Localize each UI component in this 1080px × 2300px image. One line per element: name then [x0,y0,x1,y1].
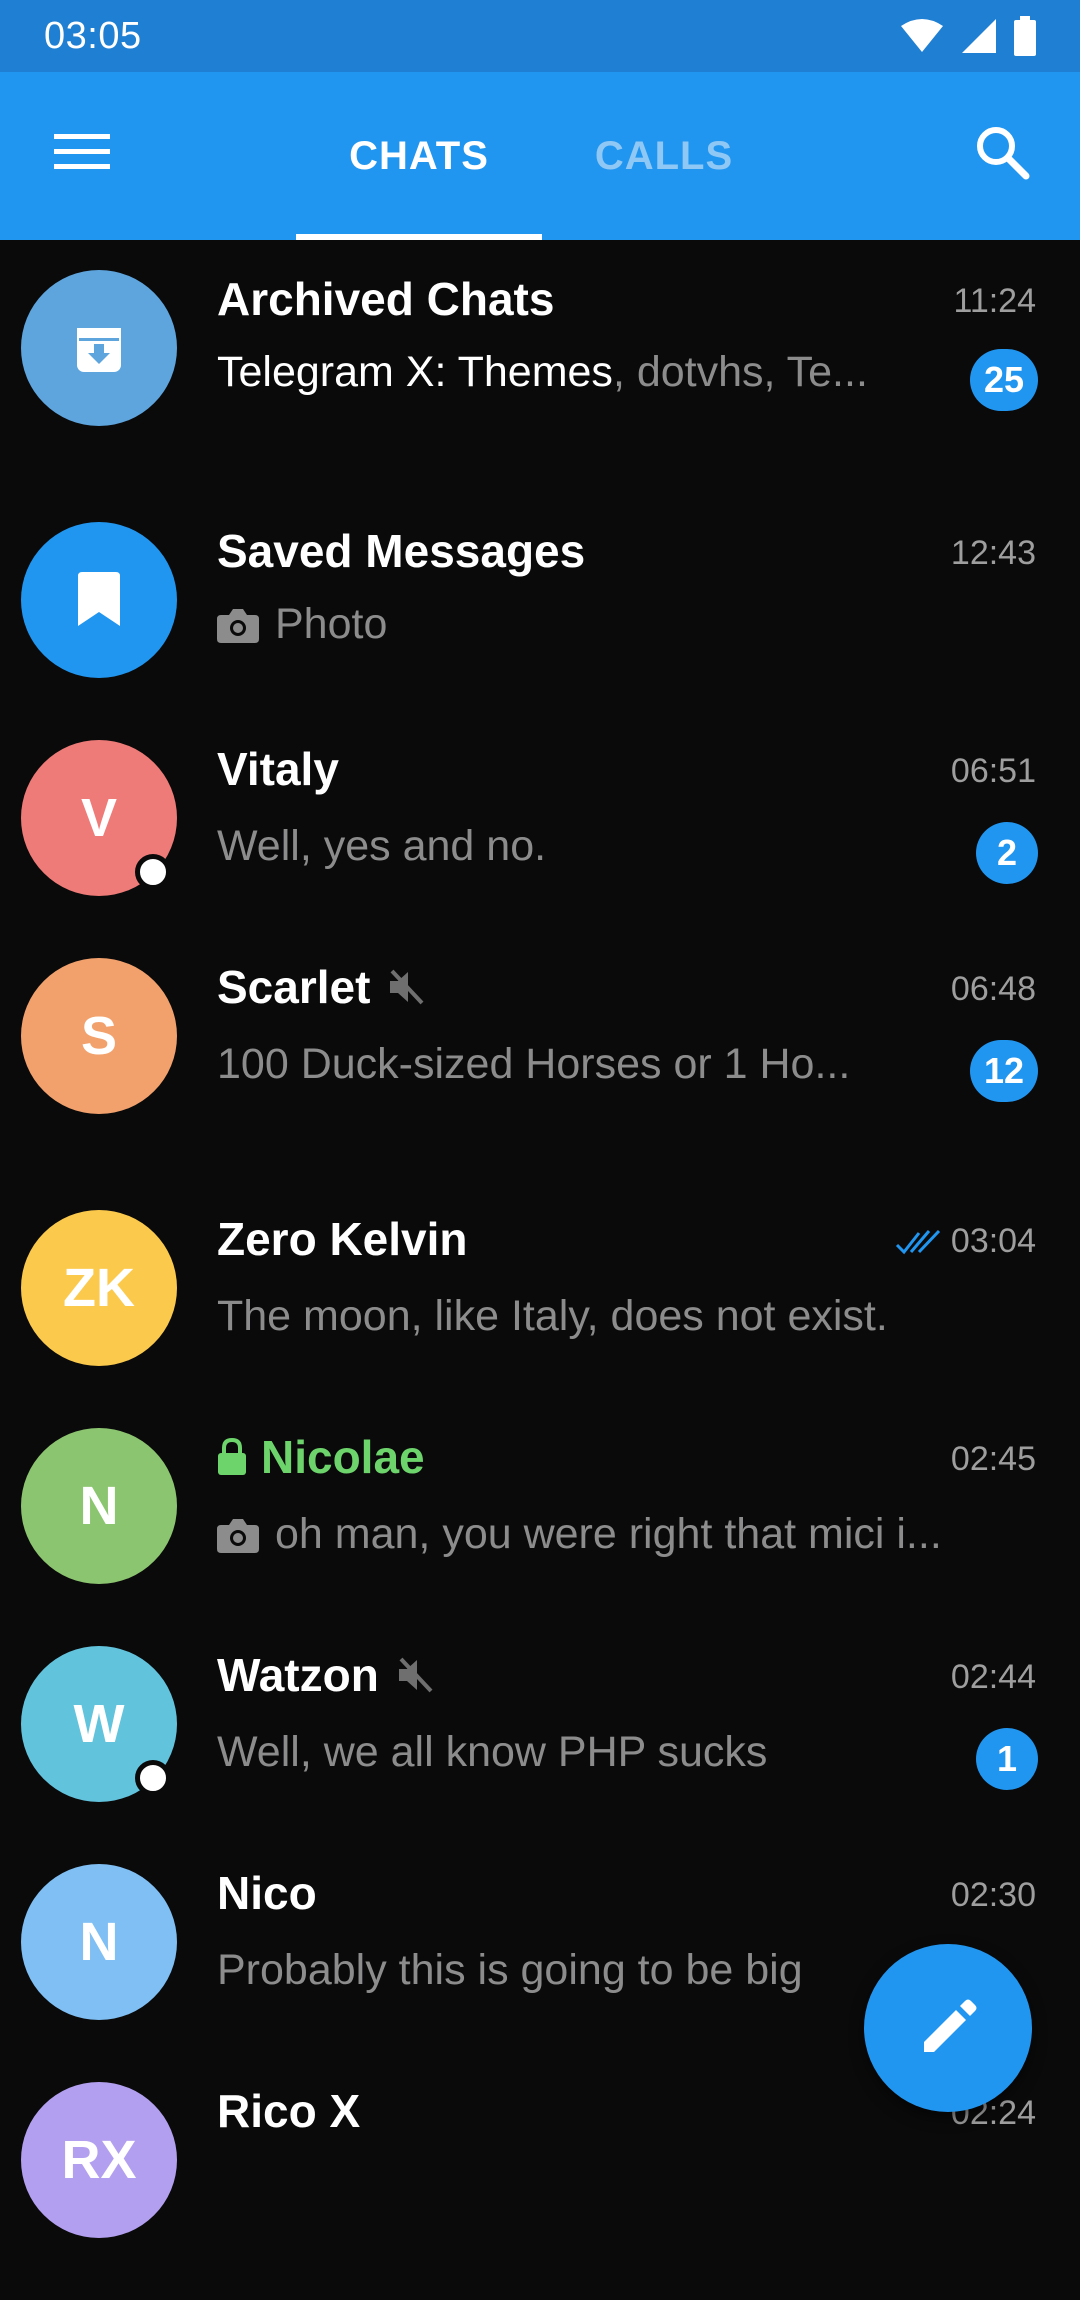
chat-preview: The moon, like Italy, does not exist. [217,1292,888,1340]
chat-name: Rico X [217,2085,361,2137]
camera-icon [217,1518,259,1553]
avatar-initials: V [80,788,118,848]
unread-badge: 12 [969,1040,1038,1102]
preview-text: oh man, you were right that mici i... [275,1510,942,1558]
chat-time: 12:43 [951,534,1036,573]
chat-row-nicolae[interactable]: N Nicolae 02:45 oh man, you were right t… [0,1428,1080,1646]
chat-preview: Well, yes and no. [217,822,547,870]
muted-icon [386,967,426,1007]
status-icons [900,16,1036,56]
chat-preview: Telegram X: Themes, dotvhs, Te... [217,348,927,397]
chat-time: 03:04 [895,1222,1036,1261]
chat-time: 11:24 [953,282,1036,321]
tab-indicator [296,234,542,240]
chat-name: Vitaly [217,743,339,795]
avatar: N [21,1864,177,2020]
preview-text: Photo [275,600,388,648]
avatar-initials: W [73,1694,125,1754]
chat-row-rico-x[interactable]: RX Rico X 02:24 [0,2082,1080,2300]
unread-badge: 25 [969,349,1038,411]
chat-time-text: 03:04 [950,1222,1036,1260]
chat-time-text: 02:45 [950,1440,1036,1478]
avatar: S [21,958,177,1114]
battery-icon [1014,16,1036,56]
bookmark-icon [78,572,120,626]
tab-chats[interactable]: CHATS [296,72,542,240]
avatar [21,522,177,678]
avatar [21,270,177,426]
chat-name: Zero Kelvin [217,1213,468,1265]
chat-row-vitaly[interactable]: V Vitaly 06:51 Well, yes and no. 2 [0,740,1080,958]
lock-icon [218,1438,246,1475]
chat-name: Nicolae [217,1430,425,1484]
chat-name-text: Nicolae [261,1431,425,1483]
search-button[interactable] [960,118,1044,186]
online-indicator [135,1760,171,1796]
signal-icon [962,19,996,53]
preview-highlight: Telegram X: Themes [217,348,613,396]
chat-name-text: Scarlet [217,961,371,1013]
chat-time-text: 06:51 [950,752,1036,790]
menu-button[interactable] [40,118,124,186]
chat-name: Saved Messages [217,525,586,577]
chat-row-saved[interactable]: Saved Messages 12:43 Photo [0,522,1080,740]
chat-time: 02:44 [951,1658,1036,1697]
archive-icon [77,328,121,372]
chat-time-text: 11:24 [953,282,1036,320]
pencil-icon [924,1999,977,2052]
avatar: N [21,1428,177,1584]
avatar-initials: N [79,1476,119,1536]
chat-name: Nico [217,1867,317,1919]
chat-time-text: 06:48 [950,970,1036,1008]
chat-preview: Well, we all know PHP sucks [217,1728,768,1776]
avatar-initials: ZK [63,1258,135,1318]
avatar-initials: S [80,1006,118,1066]
online-indicator [135,854,171,890]
tab-calls[interactable]: CALLS [542,72,786,240]
chat-row-scarlet[interactable]: S Scarlet 06:48 100 Duck-sized Horses or… [0,958,1080,1176]
wifi-icon [901,19,943,52]
unread-badge: 1 [976,1728,1038,1790]
chat-time-text: 02:30 [950,1876,1036,1914]
chat-row-zero-kelvin[interactable]: ZK Zero Kelvin 03:04 The moon, like Ital… [0,1210,1080,1428]
avatar: RX [21,2082,177,2238]
chat-time-text: 02:44 [950,1658,1036,1696]
chat-preview: 100 Duck-sized Horses or 1 Ho... [217,1040,851,1088]
avatar-initials: RX [61,2130,137,2190]
double-check-icon [895,1229,940,1254]
status-time: 03:05 [44,14,142,57]
avatar-initials: N [79,1912,119,1972]
app-bar: CHATS CALLS [0,72,1080,240]
preview-text: , dotvhs, Te... [612,348,868,396]
status-bar: 03:05 [0,0,1080,72]
chat-preview: Probably this is going to be big [217,1946,803,1994]
chat-time: 02:30 [951,1876,1036,1915]
menu-icon [54,134,110,169]
chat-time: 06:48 [951,970,1036,1009]
chat-preview: Photo [217,600,997,649]
chat-name: Scarlet [217,960,426,1014]
chat-name: Watzon [217,1648,435,1702]
tab-chats-label: CHATS [349,133,489,178]
avatar: ZK [21,1210,177,1366]
search-icon [977,127,1030,180]
chat-row-watzon[interactable]: W Watzon 02:44 Well, we all know PHP suc… [0,1646,1080,1864]
unread-badge: 2 [976,822,1038,884]
chat-time: 06:51 [951,752,1036,791]
chat-time-text: 12:43 [950,534,1036,572]
chat-row-archived[interactable]: Archived Chats 11:24 Telegram X: Themes,… [0,270,1080,488]
compose-button[interactable] [864,1944,1032,2112]
camera-icon [217,608,259,643]
chat-name-text: Watzon [217,1649,379,1701]
chat-time: 02:45 [951,1440,1036,1479]
chat-preview: oh man, you were right that mici i... [217,1510,1037,1559]
muted-icon [395,1655,435,1695]
chat-name: Archived Chats [217,273,555,325]
tab-calls-label: CALLS [594,133,734,178]
